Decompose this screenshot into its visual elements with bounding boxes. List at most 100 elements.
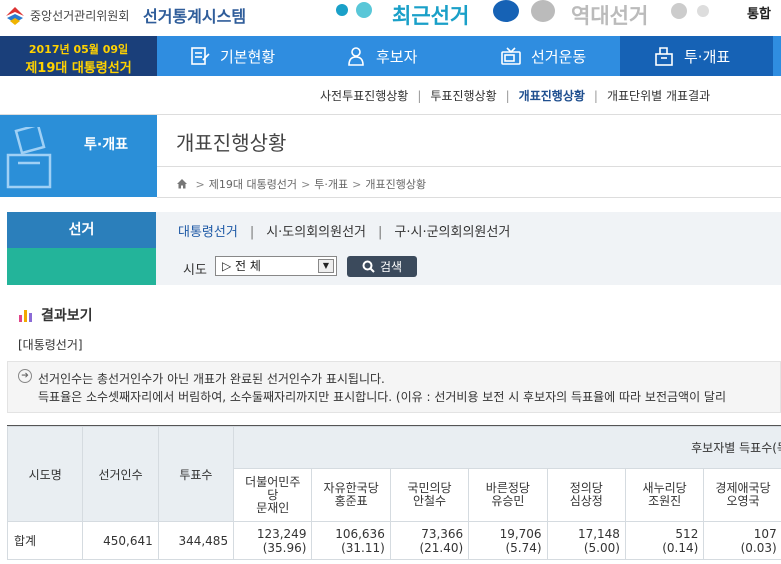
candidate-cell: 경제애국당 오영국 <box>703 468 781 522</box>
dot-decoration <box>356 2 372 18</box>
system-name[interactable]: 선거통계시스템 <box>143 3 246 27</box>
sido-label: 시도 <box>183 263 207 278</box>
candidate-cell: 국민의당 안철수 <box>389 468 470 522</box>
ballot-box-icon <box>6 127 52 189</box>
nav-item-label: 투·개표 <box>684 47 731 66</box>
candidate-name: 문재인 <box>256 500 290 515</box>
vote-rate: (5.74) <box>505 540 542 555</box>
nav-item-candidates[interactable]: 후보자 <box>345 36 417 76</box>
ballot-box-icon <box>655 47 673 66</box>
vote-count: 107 <box>753 526 777 541</box>
home-icon[interactable] <box>176 178 188 189</box>
vote-count: 106,636 <box>335 526 385 541</box>
nav-item-basic-status[interactable]: 기본현황 <box>189 36 275 76</box>
vote-rate: (5.00) <box>583 540 620 555</box>
breadcrumb-separator: > <box>352 178 362 191</box>
region-cell: 합계 <box>6 521 84 560</box>
col-header-region: 시도명 <box>6 426 84 522</box>
subnav-early-voting[interactable]: 사전투표진행상황 <box>320 89 408 103</box>
search-icon <box>362 260 375 273</box>
candidate-cell: 더불어민주당 문재인 <box>233 468 313 522</box>
party-name: 더불어민주당 <box>245 474 301 502</box>
subnav-voting[interactable]: 투표진행상황 <box>430 89 496 103</box>
arrow-circle-icon: ➔ <box>18 369 32 383</box>
subnav-divider: | <box>505 89 510 103</box>
person-icon <box>348 47 364 66</box>
dot-decoration <box>336 4 348 16</box>
dot-decoration <box>531 0 555 22</box>
candidate-name: 오영국 <box>726 494 760 508</box>
election-badge[interactable]: 2017년 05월 09일 제19대 대통령선거 <box>0 36 157 76</box>
sido-selected-value: ▷ 전 체 <box>222 259 261 273</box>
vote-cell: 107 (0.03) <box>703 521 781 560</box>
breadcrumb: > 제19대 대통령선거 > 투·개표 > 개표진행상황 <box>176 176 426 192</box>
chevron-down-icon: ▼ <box>318 259 334 273</box>
vote-count: 512 <box>675 526 699 541</box>
notice-line: 득표율은 소수셋째자리에서 버림하여, 소수둘째자리까지만 표시합니다. (이유… <box>38 390 727 404</box>
vote-rate: (31.11) <box>341 540 385 555</box>
bar-chart-icon <box>19 310 32 322</box>
dot-decoration <box>697 5 709 17</box>
breadcrumb-item: 개표진행상황 <box>365 178 427 191</box>
divider <box>157 197 781 198</box>
breadcrumb-separator: > <box>301 178 311 191</box>
vote-cell: 106,636 (31.11) <box>311 521 391 560</box>
col-header-voters: 투표수 <box>157 426 235 522</box>
tab-divider: | <box>378 225 383 240</box>
document-edit-icon <box>191 47 210 65</box>
sido-select[interactable]: ▷ 전 체 ▼ <box>215 256 337 276</box>
col-header-electors: 선거인수 <box>82 426 159 522</box>
tab-presidential[interactable]: 대통령선거 <box>178 225 238 240</box>
candidate-name: 홍준표 <box>334 494 368 508</box>
breadcrumb-separator: > <box>195 178 205 191</box>
candidate-name: 조원진 <box>648 494 682 508</box>
search-button-label: 검색 <box>379 260 403 274</box>
candidate-cell: 자유한국당 홍준표 <box>311 468 391 522</box>
nav-item-label: 후보자 <box>376 47 418 66</box>
nav-item-label: 선거운동 <box>531 47 587 66</box>
candidate-cell: 바른정당 유승민 <box>468 468 548 522</box>
breadcrumb-item[interactable]: 투·개표 <box>314 178 348 191</box>
breadcrumb-item[interactable]: 제19대 대통령선거 <box>209 178 297 191</box>
nav-item-label: 기본현황 <box>220 47 276 66</box>
org-name[interactable]: 중앙선거관리위원회 <box>30 7 129 24</box>
table-header-row: 시도명 선거인수 투표수 후보자별 득표수(득표 <box>6 426 781 522</box>
nav-item-campaign[interactable]: 선거운동 <box>500 36 586 76</box>
tab-divider: | <box>249 225 255 240</box>
dot-decoration <box>671 3 687 19</box>
result-subtitle: [대통령선거] <box>18 338 83 352</box>
vote-count: 123,249 <box>256 526 307 541</box>
section-banner <box>0 115 157 197</box>
search-button[interactable]: 검색 <box>347 256 417 277</box>
voters-cell: 344,485 <box>157 521 235 560</box>
vote-count: 17,148 <box>577 526 620 541</box>
tab-provincial-council[interactable]: 시·도의회의원선거 <box>266 225 366 240</box>
vote-count: 73,366 <box>421 526 464 541</box>
nav-item-vote-count[interactable]: 투·개표 <box>620 36 773 76</box>
section-title: 투·개표 <box>84 137 128 153</box>
integrated-search-link[interactable]: 통합 <box>747 3 771 22</box>
tab-local-council[interactable]: 구·시·군의회의원선거 <box>394 225 510 240</box>
subnav-divider: | <box>593 89 598 103</box>
vote-rate: (21.40) <box>419 540 464 555</box>
vote-cell: 123,249 (35.96) <box>233 521 313 560</box>
vote-cell: 73,366 (21.40) <box>389 521 470 560</box>
vote-count: 19,706 <box>499 526 542 541</box>
candidate-name: 심상정 <box>569 494 603 508</box>
results-table: 시도명 선거인수 투표수 후보자별 득표수(득표 더불어민주당문재인 자유한국당… <box>6 426 781 560</box>
vote-rate: (0.14) <box>662 540 699 555</box>
tv-icon <box>501 47 521 65</box>
nec-logo-icon[interactable] <box>4 4 26 26</box>
search-panel-label: 선거 <box>7 212 156 248</box>
candidate-cell: 정의당 심상정 <box>546 468 626 522</box>
past-elections-tab[interactable]: 역대선거 <box>571 0 648 30</box>
recent-elections-tab[interactable]: 최근선거 <box>392 0 469 30</box>
vote-cell: 512 (0.14) <box>624 521 705 560</box>
subnav-count-results[interactable]: 개표단위별 개표결과 <box>607 89 710 103</box>
vote-rate: (0.03) <box>740 540 777 555</box>
result-title: 결과보기 <box>41 308 93 324</box>
subnav-counting[interactable]: 개표진행상황 <box>519 89 585 103</box>
sub-nav: 사전투표진행상황 | 투표진행상황 | 개표진행상황 | 개표단위별 개표결과 <box>320 87 710 104</box>
vote-cell: 17,148 (5.00) <box>546 521 626 560</box>
table-row: 합계 450,641 344,485 123,249 (35.96) 106,63… <box>6 521 781 560</box>
